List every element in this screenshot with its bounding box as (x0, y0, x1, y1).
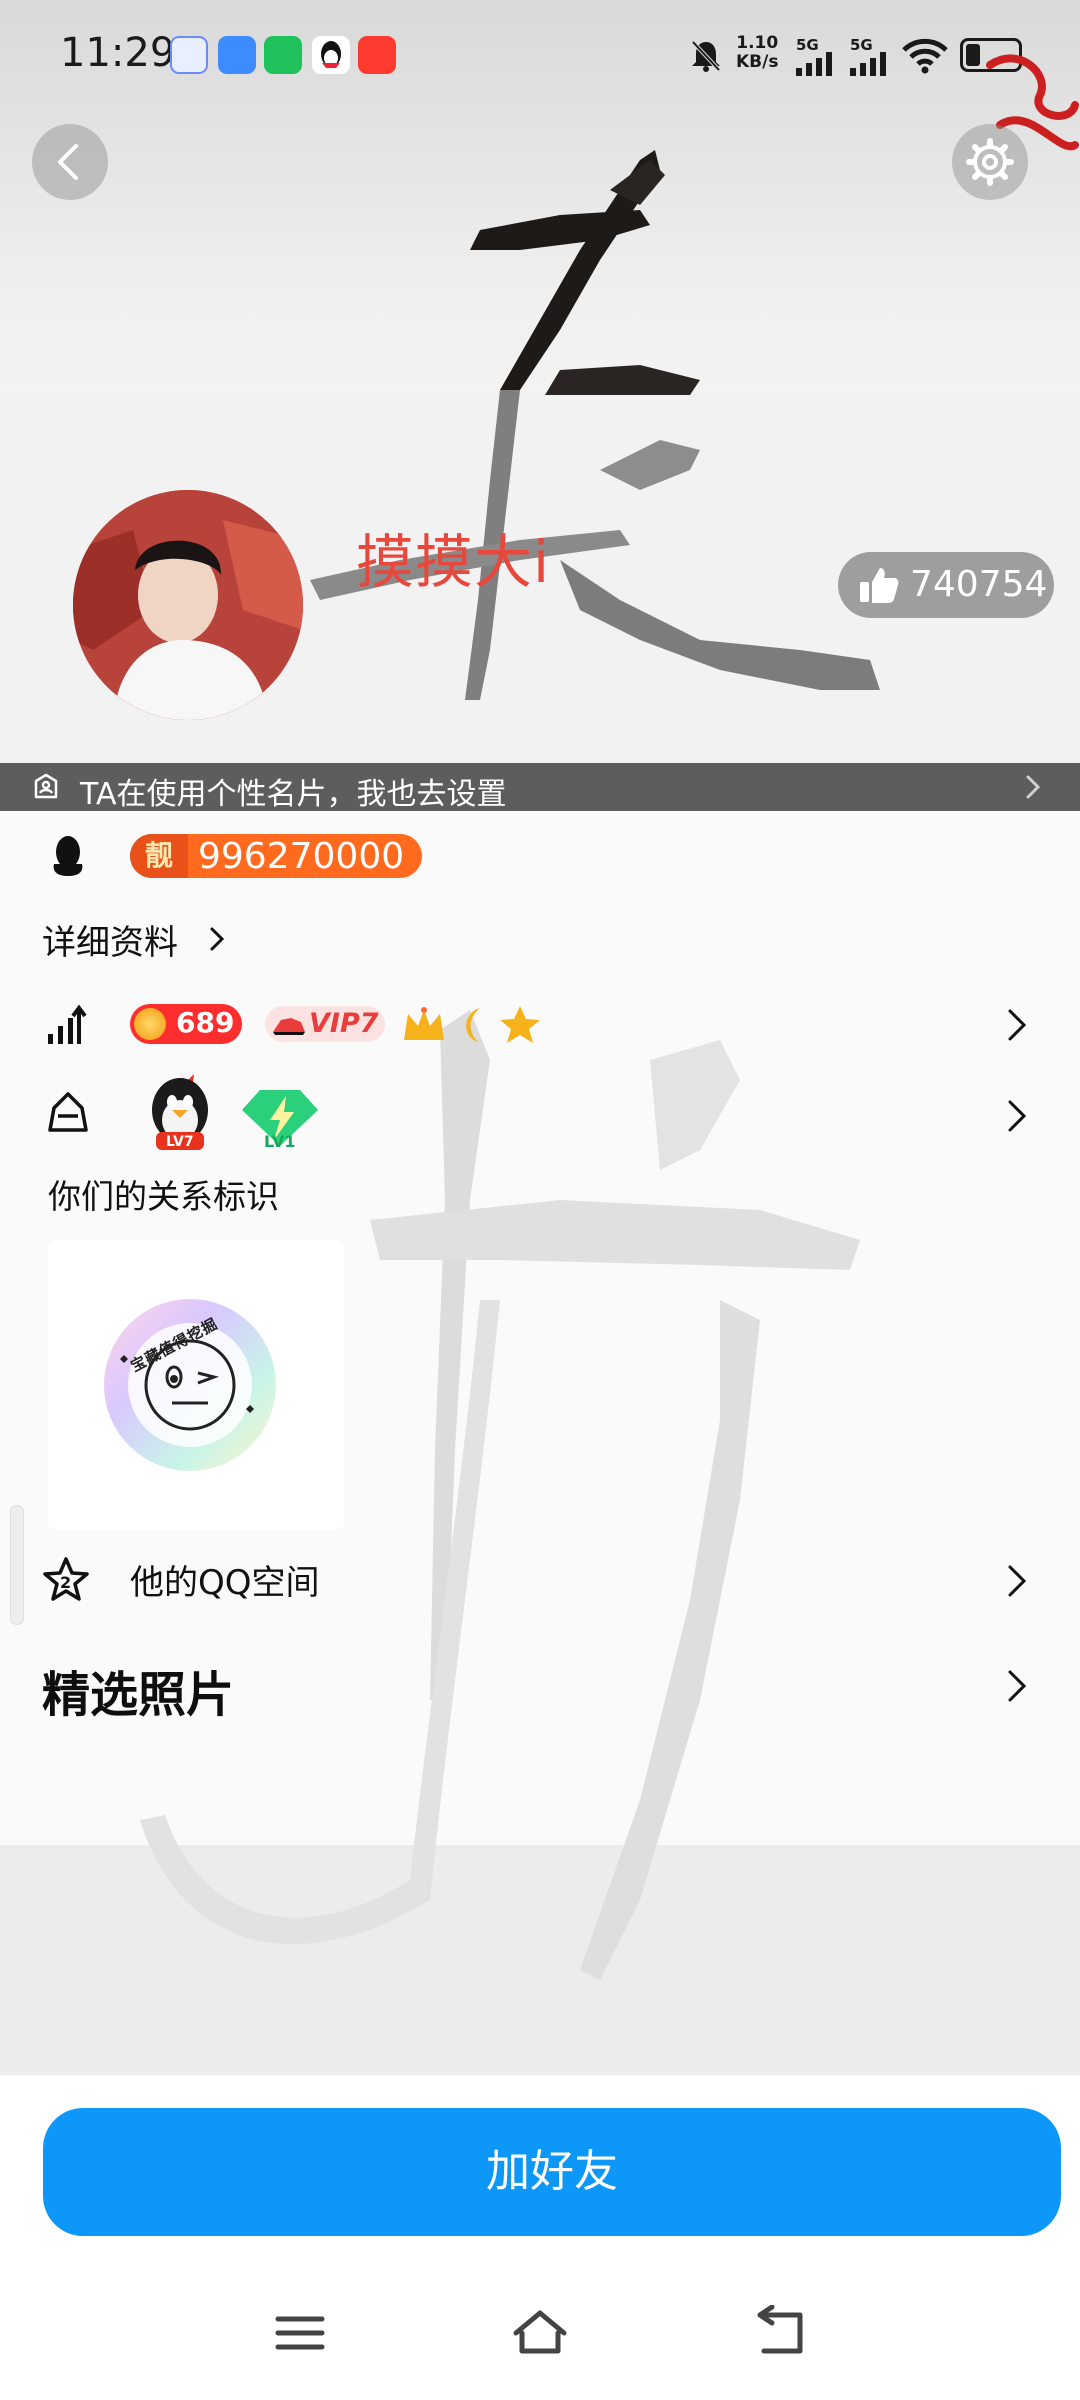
penguin-icon (53, 836, 83, 876)
qq-number-badge[interactable]: 靓 996270000 (130, 834, 422, 878)
speed-lv-label: LV1 (264, 1132, 296, 1151)
back-nav-icon[interactable] (752, 2305, 808, 2361)
app-notification-icon (170, 36, 208, 74)
featured-photos-title: 精选照片 (42, 1667, 235, 1723)
qzone-label: 他的QQ空间 (130, 1563, 320, 1603)
personal-card-text: TA在使用个性名片，我也去设置 (80, 777, 507, 812)
level-icons (404, 1006, 540, 1043)
network-speed-value: 1.10 (736, 33, 779, 53)
grey-section (0, 1845, 1080, 2075)
level-badge[interactable]: 689 (130, 1004, 242, 1044)
app-notification-icon (218, 36, 256, 74)
home-icon[interactable] (512, 2305, 568, 2361)
like-button[interactable]: 740754 (838, 552, 1054, 618)
lv-label: LV7 (166, 1134, 194, 1150)
star-icon (500, 1006, 540, 1043)
settings-button[interactable] (952, 124, 1028, 200)
back-button[interactable] (32, 124, 108, 200)
signal-bars-icon (850, 52, 886, 76)
crown-icon (404, 1010, 444, 1040)
relation-badge (104, 1299, 276, 1471)
network-speed-unit: KB/s (736, 52, 779, 72)
likes-count: 740754 (910, 564, 1048, 605)
chevron-right-icon (1008, 1670, 1027, 1702)
coin-icon (134, 1008, 166, 1040)
status-time: 11:29 (60, 30, 176, 76)
chevron-left-icon (58, 144, 78, 180)
badge-icon (48, 1092, 88, 1132)
gear-icon (966, 138, 1014, 186)
level-up-icon (48, 1004, 87, 1044)
speed-badge[interactable]: LV1 (240, 1086, 320, 1154)
relation-card[interactable]: 宝藏值得挖掘 (48, 1240, 344, 1530)
wifi-icon (902, 38, 948, 74)
status-bar: 11:29 1.10 KB/s 5G 5G (0, 0, 1080, 110)
vip-badge[interactable]: VIP7 (265, 1006, 385, 1042)
qq-number: 996270000 (198, 836, 405, 877)
avatar-image (73, 490, 303, 720)
nickname: 摸摸大i (356, 528, 551, 596)
qzone-row[interactable]: 2 他的QQ空间 (0, 1535, 1080, 1625)
level-number: 689 (176, 1006, 235, 1039)
avatar[interactable] (73, 490, 303, 720)
personal-card-banner[interactable]: TA在使用个性名片，我也去设置 (0, 763, 1080, 812)
chevron-right-icon (210, 927, 225, 951)
featured-photos-row[interactable]: 精选照片 (0, 1640, 1080, 1730)
details-link[interactable]: 详细资料 (42, 915, 178, 964)
qq-icon (312, 36, 350, 74)
relation-label: 你们的关系标识 (48, 1177, 279, 1216)
signal-bars-icon (796, 52, 832, 76)
thumbs-up-icon (860, 568, 899, 603)
menu-icon[interactable] (272, 2305, 328, 2361)
penguin-lv-badge[interactable]: LV7 (140, 1068, 220, 1154)
chevron-right-icon (1008, 1565, 1027, 1597)
chevron-right-icon (1026, 775, 1041, 799)
add-friend-button[interactable]: 加好友 (43, 2108, 1061, 2236)
liang-badge: 靓 (130, 834, 188, 878)
qzone-badge: 2 (60, 1573, 72, 1592)
chevron-right-icon[interactable] (1006, 1098, 1028, 1134)
vip-level: VIP7 (309, 1008, 379, 1039)
network-speed: 1.10 KB/s (736, 34, 778, 72)
mute-bell-icon (691, 40, 721, 72)
profile-screen: 11:29 1.10 KB/s 5G 5G 摸摸大i 740754 TA在使用个… (0, 0, 1080, 2400)
moon-icon (466, 1008, 480, 1042)
app-notification-icon (358, 36, 396, 74)
vip-hat-icon (273, 1018, 305, 1035)
card-icon (34, 773, 58, 799)
chevron-right-icon[interactable] (1006, 1007, 1028, 1043)
wechat-icon (264, 36, 302, 74)
